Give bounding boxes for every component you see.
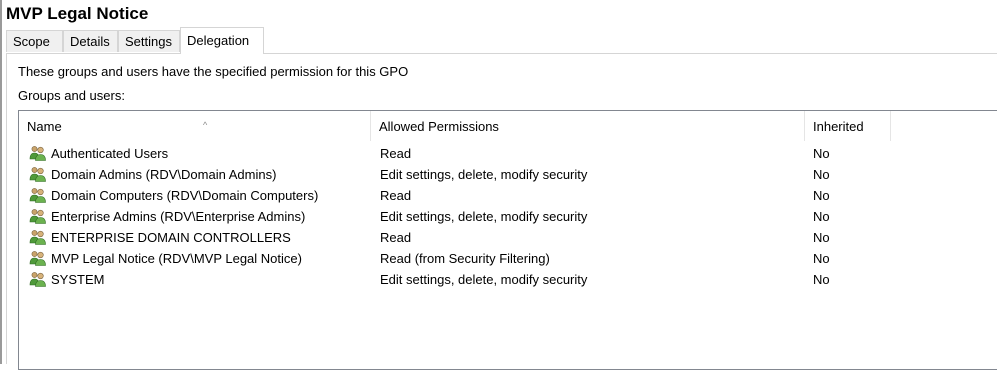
column-header-inherited-label: Inherited bbox=[813, 119, 864, 134]
row-permissions-cell: Read bbox=[380, 146, 412, 161]
row-inherited-cell: No bbox=[813, 209, 830, 224]
row-name-cell: Enterprise Admins (RDV\Enterprise Admins… bbox=[29, 206, 305, 227]
user-group-icon bbox=[29, 145, 47, 161]
description-text: These groups and users have the specifie… bbox=[18, 64, 409, 79]
row-name-label: Authenticated Users bbox=[51, 146, 169, 161]
row-name-cell: Domain Computers (RDV\Domain Computers) bbox=[29, 185, 318, 206]
row-name-cell: Authenticated Users bbox=[29, 143, 168, 164]
column-header-name-label: Name bbox=[27, 119, 62, 134]
column-header-inherited[interactable]: Inherited bbox=[805, 111, 891, 141]
row-name-cell: ENTERPRISE DOMAIN CONTROLLERS bbox=[29, 227, 291, 248]
window-left-edge bbox=[0, 0, 2, 364]
tab-scope[interactable]: Scope bbox=[6, 30, 63, 52]
row-inherited-cell: No bbox=[813, 230, 830, 245]
list-header: ^ Name Allowed Permissions Inherited bbox=[19, 111, 997, 141]
row-inherited-cell: No bbox=[813, 146, 830, 161]
row-inherited-cell: No bbox=[813, 167, 830, 182]
row-permissions-cell: Edit settings, delete, modify security bbox=[380, 209, 588, 224]
row-name-cell: SYSTEM bbox=[29, 269, 104, 290]
user-group-icon bbox=[29, 187, 47, 203]
row-inherited-cell: No bbox=[813, 272, 830, 287]
tab-bar: Scope Details Settings Delegation bbox=[6, 27, 997, 54]
list-item[interactable]: MVP Legal Notice (RDV\MVP Legal Notice) … bbox=[19, 248, 997, 269]
list-item[interactable]: Domain Admins (RDV\Domain Admins) Edit s… bbox=[19, 164, 997, 185]
row-name-label: Domain Admins (RDV\Domain Admins) bbox=[51, 167, 277, 182]
list-item[interactable]: Domain Computers (RDV\Domain Computers) … bbox=[19, 185, 997, 206]
row-permissions-cell: Read bbox=[380, 230, 412, 245]
user-group-icon bbox=[29, 208, 47, 224]
tab-details[interactable]: Details bbox=[63, 30, 118, 52]
list-item[interactable]: ENTERPRISE DOMAIN CONTROLLERS Read No bbox=[19, 227, 997, 248]
tab-settings[interactable]: Settings bbox=[118, 30, 180, 52]
row-permissions-cell: Read bbox=[380, 188, 412, 203]
row-name-label: Domain Computers (RDV\Domain Computers) bbox=[51, 188, 319, 203]
row-permissions-cell: Read (from Security Filtering) bbox=[380, 251, 550, 266]
tab-delegation[interactable]: Delegation bbox=[180, 27, 264, 54]
row-inherited-cell: No bbox=[813, 251, 830, 266]
list-rows: Authenticated Users Read No Domain Admin… bbox=[19, 143, 997, 290]
list-item[interactable]: Authenticated Users Read No bbox=[19, 143, 997, 164]
row-name-label: Enterprise Admins (RDV\Enterprise Admins… bbox=[51, 209, 306, 224]
row-permissions-cell: Edit settings, delete, modify security bbox=[380, 272, 588, 287]
row-name-cell: MVP Legal Notice (RDV\MVP Legal Notice) bbox=[29, 248, 302, 269]
user-group-icon bbox=[29, 229, 47, 245]
row-inherited-cell: No bbox=[813, 188, 830, 203]
sort-ascending-icon: ^ bbox=[203, 120, 208, 130]
groups-users-list[interactable]: ^ Name Allowed Permissions Inherited Aut… bbox=[18, 110, 997, 370]
row-name-label: MVP Legal Notice (RDV\MVP Legal Notice) bbox=[51, 251, 302, 266]
column-header-permissions[interactable]: Allowed Permissions bbox=[371, 111, 805, 141]
row-name-label: ENTERPRISE DOMAIN CONTROLLERS bbox=[51, 230, 291, 245]
row-name-cell: Domain Admins (RDV\Domain Admins) bbox=[29, 164, 276, 185]
groups-label: Groups and users: bbox=[18, 88, 125, 103]
user-group-icon bbox=[29, 166, 47, 182]
user-group-icon bbox=[29, 250, 47, 266]
list-item[interactable]: SYSTEM Edit settings, delete, modify sec… bbox=[19, 269, 997, 290]
column-header-permissions-label: Allowed Permissions bbox=[379, 119, 499, 134]
user-group-icon bbox=[29, 271, 47, 287]
row-name-label: SYSTEM bbox=[51, 272, 105, 287]
page-title: MVP Legal Notice bbox=[6, 4, 149, 23]
row-permissions-cell: Edit settings, delete, modify security bbox=[380, 167, 588, 182]
list-item[interactable]: Enterprise Admins (RDV\Enterprise Admins… bbox=[19, 206, 997, 227]
column-header-name[interactable]: ^ Name bbox=[19, 111, 371, 141]
